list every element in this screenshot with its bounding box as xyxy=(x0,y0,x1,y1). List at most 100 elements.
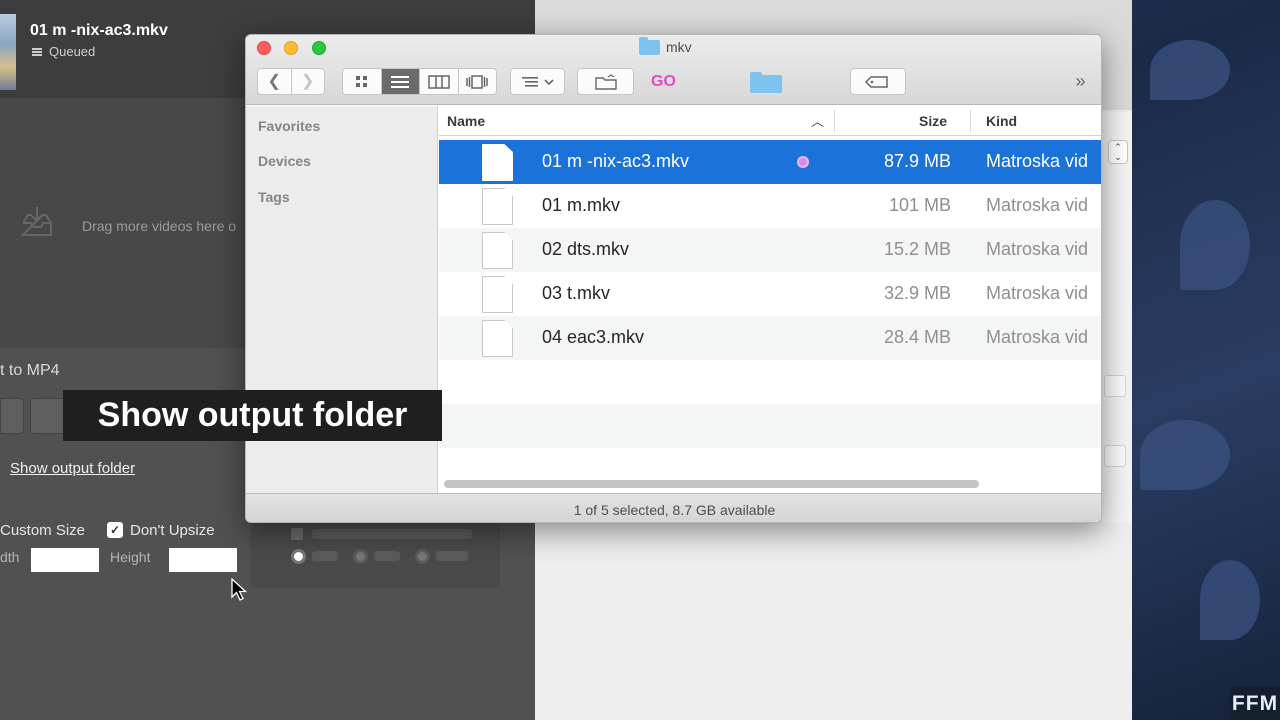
column-view-button[interactable] xyxy=(420,69,459,94)
format-dropdown-button[interactable] xyxy=(0,398,24,434)
file-size: 87.9 MB xyxy=(883,151,951,171)
columns-icon xyxy=(428,74,450,89)
sidebar-tags[interactable]: Tags xyxy=(258,189,290,205)
column-size[interactable]: Size xyxy=(919,113,947,129)
document-icon xyxy=(482,276,513,313)
column-name[interactable]: Name xyxy=(447,113,485,129)
inbox-download-icon xyxy=(20,207,52,236)
nav-buttons: ❮ ❯ xyxy=(257,68,325,95)
minimize-button[interactable] xyxy=(284,41,298,55)
file-name: 04 eac3.mkv xyxy=(542,327,645,347)
arrange-button[interactable] xyxy=(510,68,565,95)
tutorial-caption: Show output folder xyxy=(63,390,442,441)
file-size: 15.2 MB xyxy=(883,239,951,259)
mouse-pointer-icon xyxy=(231,578,247,601)
stepper-chevron-icon[interactable]: ⌃ ⌄ xyxy=(1108,140,1128,164)
aspect-radio-2[interactable] xyxy=(353,549,368,564)
aspect-radio-1[interactable] xyxy=(291,549,306,564)
sidebar-devices[interactable]: Devices xyxy=(258,153,311,169)
file-name: 02 dts.mkv xyxy=(542,239,630,259)
file-row[interactable]: 01 m.mkv 101 MB Matroska vid xyxy=(439,184,1101,228)
empty-row xyxy=(439,360,1101,404)
queue-status-label: Queued xyxy=(49,44,96,59)
column-kind[interactable]: Kind xyxy=(986,113,1017,129)
column-header: Name ︿ Size Kind xyxy=(439,106,1101,136)
custom-size-label: Custom Size xyxy=(0,522,86,539)
tag-button[interactable] xyxy=(850,68,906,95)
coverflow-view-button[interactable] xyxy=(459,69,497,94)
window-title-text: mkv xyxy=(666,39,692,55)
sort-ascending-icon[interactable]: ︿ xyxy=(811,111,824,130)
queue-file-title: 01 m -nix-ac3.mkv xyxy=(30,22,168,39)
document-icon xyxy=(482,188,513,225)
document-icon xyxy=(482,320,513,357)
tag-icon xyxy=(865,75,888,88)
view-switcher xyxy=(342,68,497,95)
folder-shortcut-button[interactable] xyxy=(746,68,786,95)
file-name: 03 t.mkv xyxy=(542,283,611,303)
icon-view-button[interactable] xyxy=(343,69,382,94)
arrange-menu-icon xyxy=(521,76,554,87)
width-label: dth xyxy=(0,549,20,565)
folder-outline-icon xyxy=(594,73,617,90)
drop-hint: Drag more videos here o xyxy=(82,218,237,234)
sidebar-favorites[interactable]: Favorites xyxy=(258,118,320,134)
toolbar-overflow-button[interactable]: » xyxy=(1068,68,1093,95)
aspect-radio-3[interactable] xyxy=(415,549,430,564)
dont-upsize-checkbox[interactable]: ✓ xyxy=(107,522,123,538)
file-size: 32.9 MB xyxy=(883,283,951,303)
background-field-1[interactable] xyxy=(1104,375,1126,397)
file-name: 01 m -nix-ac3.mkv xyxy=(542,151,690,171)
file-row[interactable]: 02 dts.mkv 15.2 MB Matroska vid xyxy=(439,228,1101,272)
background-field-2[interactable] xyxy=(1104,445,1126,467)
aspect-radio-3-label xyxy=(436,551,468,561)
finder-window: mkv ❮ ❯ GO » Favorites Devices Tags Name… xyxy=(245,34,1102,523)
file-size: 28.4 MB xyxy=(883,327,951,347)
blue-folder-icon xyxy=(750,71,782,93)
document-icon xyxy=(482,144,513,181)
aspect-radio-1-label xyxy=(312,551,338,561)
aspect-radio-2-label xyxy=(374,551,400,561)
height-input[interactable] xyxy=(169,548,237,572)
list-view-button[interactable] xyxy=(381,69,420,94)
file-list: Name ︿ Size Kind 01 m -nix-ac3.mkv 87.9 … xyxy=(439,106,1101,493)
file-kind: Matroska vid xyxy=(986,239,1089,259)
queue-menu-icon xyxy=(32,47,42,56)
file-kind: Matroska vid xyxy=(986,283,1089,303)
format-label: t to MP4 xyxy=(0,362,60,379)
zoom-button[interactable] xyxy=(312,41,326,55)
aspect-label-placeholder xyxy=(312,529,472,539)
status-bar: 1 of 5 selected, 8.7 GB available xyxy=(246,493,1101,522)
status-text: 1 of 5 selected, 8.7 GB available xyxy=(573,502,776,518)
channel-watermark: FFM xyxy=(1230,687,1280,720)
file-size: 101 MB xyxy=(888,195,951,215)
file-kind: Matroska vid xyxy=(986,195,1089,215)
empty-row xyxy=(439,404,1101,448)
new-folder-button[interactable] xyxy=(577,68,634,95)
forward-button[interactable]: ❯ xyxy=(292,69,325,94)
document-icon xyxy=(482,232,513,269)
height-label: Height xyxy=(110,549,151,565)
list-icon xyxy=(391,75,410,88)
folder-icon xyxy=(639,36,660,55)
finder-toolbar: mkv ❮ ❯ GO » xyxy=(246,35,1101,105)
go-button[interactable]: GO xyxy=(646,68,681,95)
window-title: mkv xyxy=(639,36,692,55)
file-kind: Matroska vid xyxy=(986,327,1089,347)
width-input[interactable] xyxy=(31,548,99,572)
queue-status: Queued xyxy=(32,44,95,59)
purple-tag-icon xyxy=(797,156,809,168)
close-button[interactable] xyxy=(257,41,271,55)
show-output-folder-link[interactable]: Show output folder xyxy=(10,460,135,477)
horizontal-scrollbar[interactable] xyxy=(444,480,979,488)
coverflow-icon xyxy=(466,74,488,89)
grid-icon xyxy=(355,75,367,87)
back-button[interactable]: ❮ xyxy=(258,69,292,94)
dont-upsize-label: Don't Upsize xyxy=(130,522,215,539)
file-row[interactable]: 04 eac3.mkv 28.4 MB Matroska vid xyxy=(439,316,1101,360)
file-row[interactable]: 01 m -nix-ac3.mkv 87.9 MB Matroska vid xyxy=(439,140,1101,184)
aspect-checkbox[interactable] xyxy=(291,528,303,540)
file-row[interactable]: 03 t.mkv 32.9 MB Matroska vid xyxy=(439,272,1101,316)
file-kind: Matroska vid xyxy=(986,151,1089,171)
file-name: 01 m.mkv xyxy=(542,195,621,215)
